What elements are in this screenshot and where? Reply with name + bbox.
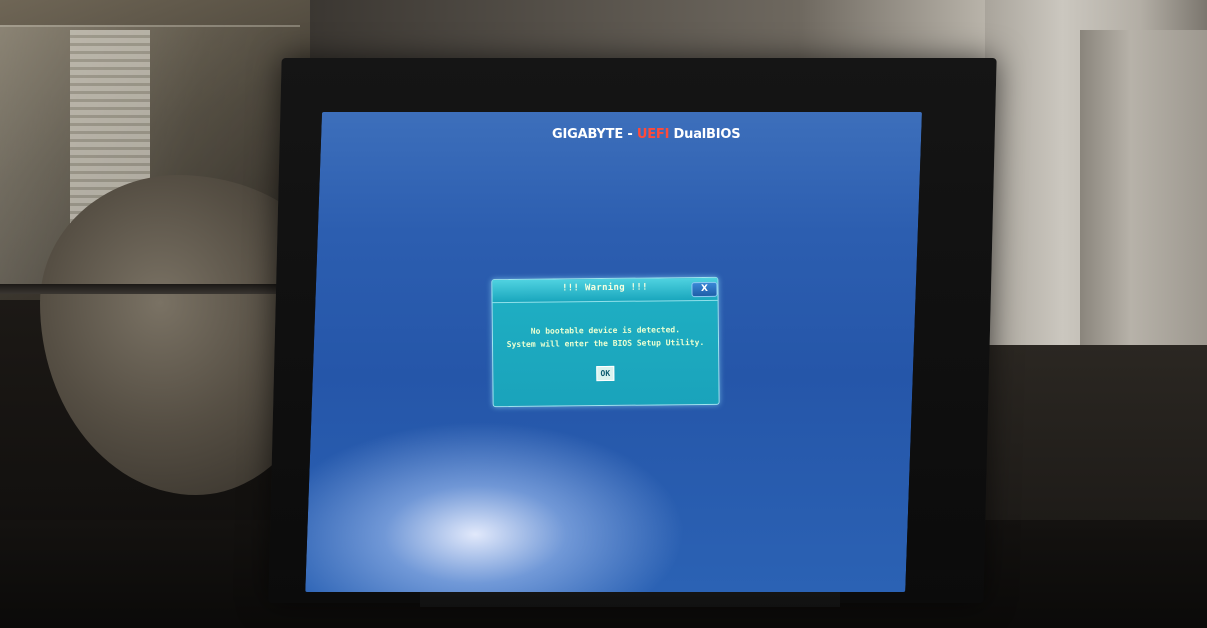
bios-uefi-label: UEFI bbox=[636, 127, 670, 142]
dialog-titlebar: !!! Warning !!! X bbox=[492, 277, 718, 304]
photo-scene: GIGABYTE - UEFI DualBIOS !!! Warning !!!… bbox=[0, 0, 1207, 628]
dialog-message-line-2: System will enter the BIOS Setup Utility… bbox=[506, 337, 705, 350]
close-button[interactable]: X bbox=[691, 281, 718, 298]
background-door bbox=[1080, 30, 1207, 380]
ok-button[interactable]: OK bbox=[596, 365, 615, 382]
dialog-message-line-1: No bootable device is detected. bbox=[530, 325, 681, 336]
bios-brand: GIGABYTE - bbox=[552, 127, 633, 142]
glass-shelf-edge bbox=[0, 284, 300, 294]
bios-title: GIGABYTE - UEFI DualBIOS bbox=[552, 127, 762, 142]
warning-dialog: !!! Warning !!! X No bootable device is … bbox=[491, 276, 720, 408]
bios-dualbios-label: DualBIOS bbox=[673, 127, 741, 142]
dialog-title: !!! Warning !!! bbox=[561, 282, 648, 294]
